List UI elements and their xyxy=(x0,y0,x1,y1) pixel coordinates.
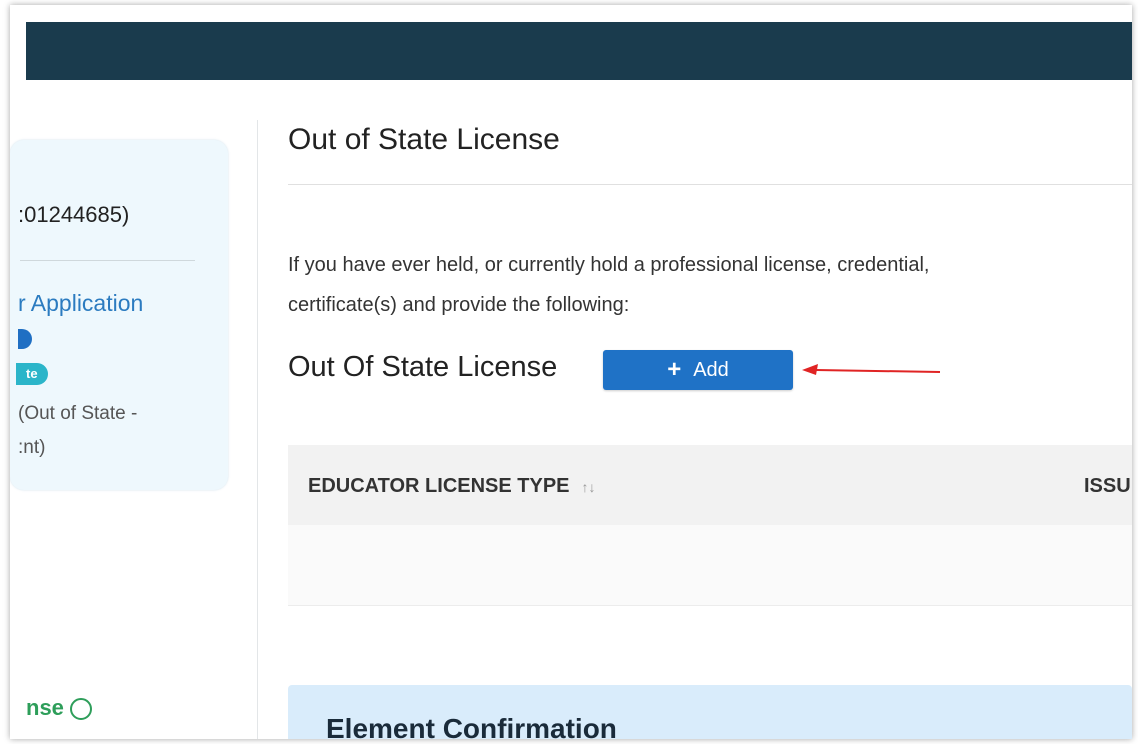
plus-icon: + xyxy=(667,356,682,383)
page-title: Out of State License xyxy=(288,123,560,156)
column-header-label: EDUCATOR LICENSE TYPE xyxy=(308,475,570,497)
application-type-line2: :nt) xyxy=(18,437,46,458)
confirmation-panel: Element Confirmation xyxy=(288,685,1132,739)
column-header-issued[interactable]: ISSU xyxy=(1084,475,1131,498)
top-navigation-bar xyxy=(26,22,1132,80)
confirmation-title: Element Confirmation xyxy=(326,713,617,739)
sidebar-step-license[interactable]: nse xyxy=(26,695,92,721)
title-divider xyxy=(288,184,1132,185)
application-type: (Out of State - :nt) xyxy=(18,397,218,465)
sidebar-separator xyxy=(257,120,258,739)
add-license-button[interactable]: + Add xyxy=(603,350,793,390)
instructions-line2: certificate(s) and provide the following… xyxy=(288,294,630,316)
step-status-circle-icon xyxy=(69,698,92,720)
application-link[interactable]: r Application xyxy=(18,290,143,317)
sidebar-step-label: nse xyxy=(26,695,64,720)
table-header: EDUCATOR LICENSE TYPE ↑↓ ISSU xyxy=(288,445,1132,525)
instructions-line1: If you have ever held, or currently hold… xyxy=(288,254,930,276)
add-button-label: Add xyxy=(693,358,729,381)
sidebar-divider xyxy=(20,260,195,261)
section-heading: Out Of State License xyxy=(288,351,558,383)
column-header-license-type[interactable]: EDUCATOR LICENSE TYPE ↑↓ xyxy=(308,475,596,498)
app-window: :01244685) r Application te (Out of Stat… xyxy=(10,5,1132,739)
application-type-line1: (Out of State - xyxy=(18,403,138,424)
sort-icon[interactable]: ↑↓ xyxy=(582,479,596,495)
status-badge: te xyxy=(16,363,48,385)
application-number: :01244685) xyxy=(18,202,130,227)
table-empty-row xyxy=(288,525,1132,606)
instructions-text: If you have ever held, or currently hold… xyxy=(288,245,1132,325)
annotation-arrow-icon xyxy=(802,364,941,375)
